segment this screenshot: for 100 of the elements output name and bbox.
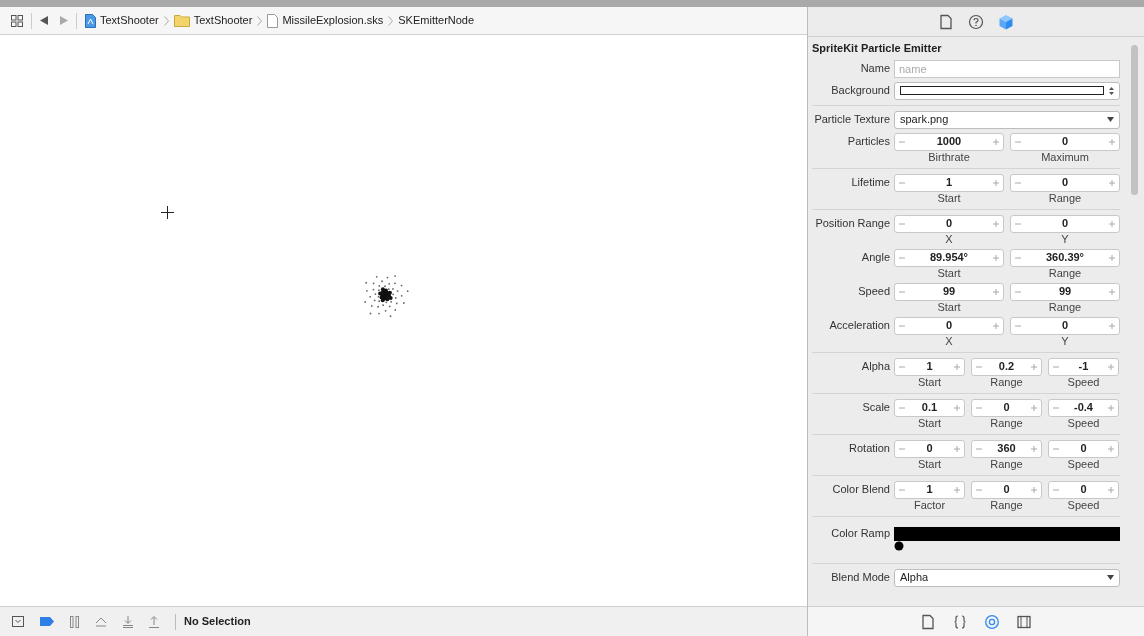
breadcrumb-item[interactable]: MissileExplosion.sks: [282, 12, 384, 29]
plus-icon[interactable]: [1108, 404, 1114, 411]
plus-icon[interactable]: [1109, 288, 1115, 295]
plus-icon[interactable]: [1108, 445, 1114, 452]
minus-icon[interactable]: [1053, 404, 1059, 411]
number-stepper[interactable]: 360.39°: [1010, 248, 1120, 267]
number-stepper[interactable]: 0: [1048, 480, 1119, 499]
minus-icon[interactable]: [1053, 486, 1059, 493]
plus-icon[interactable]: [954, 486, 960, 493]
braces-icon[interactable]: [952, 613, 968, 630]
plus-icon[interactable]: [1109, 179, 1115, 186]
minus-icon[interactable]: [899, 220, 905, 227]
number-stepper[interactable]: 99: [1010, 282, 1120, 301]
minus-icon[interactable]: [976, 445, 982, 452]
number-stepper[interactable]: 0: [894, 316, 1004, 335]
plus-icon[interactable]: [993, 220, 999, 227]
target-icon[interactable]: [984, 613, 1000, 630]
number-stepper[interactable]: 0.2: [971, 357, 1042, 376]
number-stepper[interactable]: 0: [894, 214, 1004, 233]
number-stepper[interactable]: 0: [1010, 214, 1120, 233]
minus-icon[interactable]: [899, 179, 905, 186]
plus-icon[interactable]: [1109, 254, 1115, 261]
number-stepper[interactable]: 0: [894, 439, 965, 458]
minus-icon[interactable]: [899, 138, 905, 145]
file-icon[interactable]: [938, 13, 954, 30]
breakpoint-icon[interactable]: [40, 617, 54, 626]
minus-icon[interactable]: [899, 254, 905, 261]
step-over-icon[interactable]: [95, 616, 107, 627]
number-stepper[interactable]: 1: [894, 173, 1004, 192]
number-stepper[interactable]: -1: [1048, 357, 1119, 376]
plus-icon[interactable]: [1109, 138, 1115, 145]
film-icon[interactable]: [1016, 613, 1032, 630]
back-icon[interactable]: [40, 16, 48, 25]
minus-icon[interactable]: [1015, 288, 1021, 295]
number-stepper[interactable]: 0: [1048, 439, 1119, 458]
plus-icon[interactable]: [993, 254, 999, 261]
plus-icon[interactable]: [1031, 404, 1037, 411]
breadcrumb-item[interactable]: TextShooter: [193, 12, 253, 29]
property-label: Position Range: [814, 216, 890, 232]
help-icon[interactable]: [968, 13, 984, 30]
color-ramp[interactable]: [894, 526, 1120, 541]
minus-icon[interactable]: [976, 486, 982, 493]
plus-icon[interactable]: [993, 288, 999, 295]
name-field[interactable]: name: [894, 59, 1120, 78]
step-into-icon[interactable]: [123, 615, 133, 628]
plus-icon[interactable]: [1108, 486, 1114, 493]
plus-icon[interactable]: [1031, 486, 1037, 493]
number-stepper[interactable]: 0: [971, 398, 1042, 417]
minus-icon[interactable]: [1015, 179, 1021, 186]
minus-icon[interactable]: [1053, 445, 1059, 452]
grid-icon[interactable]: [11, 14, 23, 27]
number-stepper[interactable]: 1000: [894, 132, 1004, 151]
number-stepper[interactable]: 360: [971, 439, 1042, 458]
minus-icon[interactable]: [976, 404, 982, 411]
plus-icon[interactable]: [993, 138, 999, 145]
minus-icon[interactable]: [1015, 254, 1021, 261]
breadcrumb-item[interactable]: TextShooter: [100, 12, 159, 29]
plus-icon[interactable]: [1109, 220, 1115, 227]
plus-icon[interactable]: [1108, 363, 1114, 370]
console-icon[interactable]: [12, 616, 24, 627]
number-stepper[interactable]: 1: [894, 480, 965, 499]
file-icon[interactable]: [920, 613, 936, 630]
scrollbar[interactable]: [1131, 45, 1138, 195]
plus-icon[interactable]: [954, 404, 960, 411]
minus-icon[interactable]: [899, 322, 905, 329]
minus-icon[interactable]: [899, 404, 905, 411]
minus-icon[interactable]: [1015, 322, 1021, 329]
number-stepper[interactable]: 0: [1010, 173, 1120, 192]
minus-icon[interactable]: [899, 486, 905, 493]
plus-icon[interactable]: [1109, 322, 1115, 329]
forward-icon[interactable]: [60, 16, 68, 25]
number-stepper[interactable]: 0: [971, 480, 1042, 499]
number-stepper[interactable]: 99: [894, 282, 1004, 301]
number-stepper[interactable]: 1: [894, 357, 965, 376]
color-well[interactable]: [894, 81, 1120, 100]
minus-icon[interactable]: [1015, 138, 1021, 145]
plus-icon[interactable]: [1031, 445, 1037, 452]
minus-icon[interactable]: [899, 445, 905, 452]
cube-icon[interactable]: [998, 13, 1014, 30]
number-stepper[interactable]: 0: [1010, 316, 1120, 335]
plus-icon[interactable]: [993, 179, 999, 186]
minus-icon[interactable]: [1053, 363, 1059, 370]
minus-icon[interactable]: [976, 363, 982, 370]
number-stepper[interactable]: 0: [1010, 132, 1120, 151]
plus-icon[interactable]: [993, 322, 999, 329]
number-stepper[interactable]: 0.1: [894, 398, 965, 417]
pause-icon[interactable]: [70, 615, 79, 628]
popup-button[interactable]: Alpha: [894, 568, 1120, 587]
minus-icon[interactable]: [899, 363, 905, 370]
ramp-stop-icon[interactable]: [894, 540, 904, 551]
step-out-icon[interactable]: [149, 615, 159, 628]
number-stepper[interactable]: -0.4: [1048, 398, 1119, 417]
minus-icon[interactable]: [1015, 220, 1021, 227]
plus-icon[interactable]: [954, 363, 960, 370]
breadcrumb-item[interactable]: SKEmitterNode: [398, 12, 475, 29]
minus-icon[interactable]: [899, 288, 905, 295]
plus-icon[interactable]: [954, 445, 960, 452]
popup-button[interactable]: spark.png: [894, 110, 1120, 129]
number-stepper[interactable]: 89.954°: [894, 248, 1004, 267]
plus-icon[interactable]: [1031, 363, 1037, 370]
